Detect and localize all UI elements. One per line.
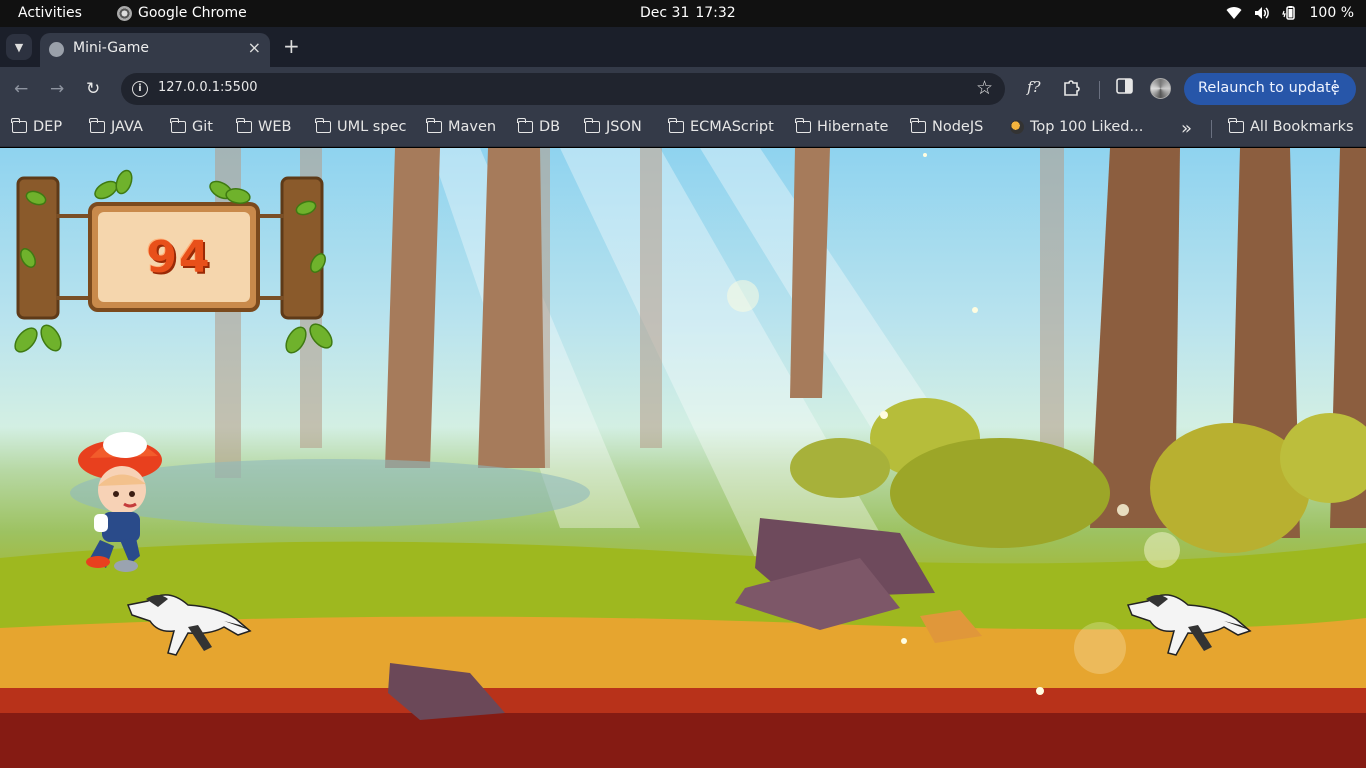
folder-icon xyxy=(11,118,27,133)
bookmark-label: Hibernate xyxy=(817,119,889,135)
chevron-down-icon: ▼ xyxy=(14,40,24,54)
relaunch-to-update-button[interactable]: Relaunch to update ⋮ xyxy=(1184,73,1356,105)
back-button[interactable]: ← xyxy=(14,79,28,99)
profile-avatar[interactable] xyxy=(1150,78,1171,99)
more-menu-icon[interactable]: ⋮ xyxy=(1326,77,1344,98)
bookmark-label: ECMAScript xyxy=(690,119,774,135)
folder-icon xyxy=(315,118,331,133)
site-info-icon[interactable]: i xyxy=(132,81,148,97)
bookmark-top-100-liked[interactable]: Top 100 Liked... xyxy=(1010,119,1143,135)
bookmark-label: WEB xyxy=(258,119,292,135)
clock-time: 17:32 xyxy=(695,5,736,21)
extension-fx-icon[interactable]: f? xyxy=(1027,78,1041,96)
folder-icon xyxy=(1228,118,1244,133)
bookmark-star-icon[interactable]: ☆ xyxy=(976,77,993,99)
folder-icon xyxy=(668,118,684,133)
system-status-area[interactable]: 100 % xyxy=(1226,5,1354,21)
reload-button[interactable]: ↻ xyxy=(86,79,100,99)
bookmark-label: JAVA xyxy=(111,119,143,135)
bookmarks-bar: DEP JAVA Git WEB UML spec Maven DB JSON … xyxy=(0,111,1366,147)
app-name: Google Chrome xyxy=(138,5,247,21)
clock-date: Dec 31 xyxy=(640,5,690,21)
side-panel-icon[interactable] xyxy=(1116,78,1133,98)
new-tab-button[interactable]: + xyxy=(283,35,300,57)
more-bookmarks-button[interactable]: » xyxy=(1181,118,1192,139)
bookmark-folder-uml-spec[interactable]: UML spec xyxy=(315,118,407,135)
folder-icon xyxy=(910,118,926,133)
bookmark-folder-db[interactable]: DB xyxy=(517,118,561,135)
bookmark-label: Git xyxy=(192,119,213,135)
bookmark-label: JSON xyxy=(606,119,642,135)
bookmark-label: All Bookmarks xyxy=(1250,119,1354,135)
volume-icon xyxy=(1254,6,1270,20)
bookmark-label: Top 100 Liked... xyxy=(1030,119,1144,135)
tab-mini-game[interactable]: Mini-Game × xyxy=(40,33,270,67)
bookmark-folder-dep[interactable]: DEP xyxy=(11,118,63,135)
folder-icon xyxy=(89,118,105,133)
clock[interactable]: Dec 31 17:32 xyxy=(640,5,736,21)
folder-icon xyxy=(236,118,252,133)
app-menu[interactable]: Google Chrome xyxy=(117,5,247,21)
lava-deep xyxy=(0,713,1366,768)
bookmark-folder-ecmascript[interactable]: ECMAScript xyxy=(668,118,774,135)
folder-icon xyxy=(517,118,533,133)
bookmark-folder-nodejs[interactable]: NodeJS xyxy=(910,118,984,135)
relaunch-label: Relaunch to update xyxy=(1198,80,1340,96)
browser-toolbar: ← → ↻ i 127.0.0.1:5500 ☆ f? Relaunch to … xyxy=(0,67,1366,111)
bookmark-label: DB xyxy=(539,119,561,135)
all-bookmarks-button[interactable]: All Bookmarks xyxy=(1228,118,1354,135)
bookmark-label: NodeJS xyxy=(932,119,984,135)
folder-icon xyxy=(170,118,186,133)
tab-title: Mini-Game xyxy=(73,40,149,56)
bookmark-folder-git[interactable]: Git xyxy=(170,118,213,135)
bookmarks-divider xyxy=(1211,120,1212,138)
globe-icon xyxy=(49,42,64,57)
folder-icon xyxy=(795,118,811,133)
tab-strip: ▼ Mini-Game × + xyxy=(0,27,1366,67)
bookmark-label: UML spec xyxy=(337,119,407,135)
score-board: 94 xyxy=(6,168,346,368)
forward-button[interactable]: → xyxy=(50,79,64,99)
bookmark-folder-hibernate[interactable]: Hibernate xyxy=(795,118,889,135)
tab-search-button[interactable]: ▼ xyxy=(6,34,32,60)
battery-percent: 100 % xyxy=(1309,5,1354,21)
bookmark-folder-maven[interactable]: Maven xyxy=(426,118,497,135)
activities-button[interactable]: Activities xyxy=(18,5,82,21)
bookmark-folder-json[interactable]: JSON xyxy=(584,118,642,135)
wifi-icon xyxy=(1226,6,1242,20)
battery-icon xyxy=(1281,6,1298,20)
bookmark-folder-java[interactable]: JAVA xyxy=(89,118,143,135)
score-value: 94 xyxy=(146,232,212,283)
site-favicon-icon xyxy=(1010,120,1024,134)
system-top-bar: Activities Google Chrome Dec 31 17:32 10… xyxy=(0,0,1366,27)
bookmark-folder-web[interactable]: WEB xyxy=(236,118,292,135)
chrome-icon xyxy=(117,5,132,21)
game-canvas[interactable]: 94 xyxy=(0,148,1366,768)
bookmark-label: Maven xyxy=(448,119,497,135)
url-text[interactable]: 127.0.0.1:5500 xyxy=(158,80,258,95)
toolbar-divider xyxy=(1099,81,1100,99)
folder-icon xyxy=(426,118,442,133)
extensions-puzzle-icon[interactable] xyxy=(1062,78,1080,100)
folder-icon xyxy=(584,118,600,133)
close-tab-button[interactable]: × xyxy=(248,38,261,57)
address-bar[interactable]: i 127.0.0.1:5500 ☆ xyxy=(121,73,1005,105)
bookmark-label: DEP xyxy=(33,119,63,135)
